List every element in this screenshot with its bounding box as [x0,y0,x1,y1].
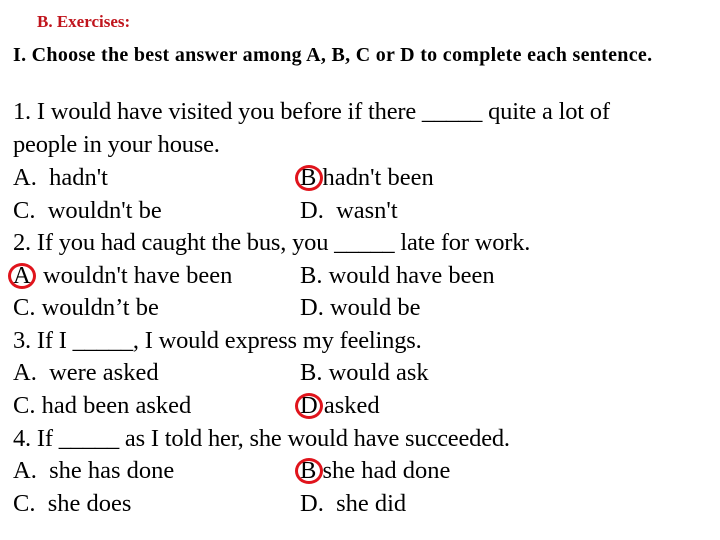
option-letter: D. [300,197,324,224]
question-2-option-c[interactable]: C. wouldn’t be [13,293,159,323]
option-letter: B [295,163,323,193]
option-letter: D [295,391,323,421]
question-2-option-d[interactable]: D. would be [300,293,420,323]
question-4-option-d[interactable]: D. she did [300,489,406,519]
option-text: would be [323,294,421,321]
question-2-option-a[interactable]: A wouldn't have been [8,261,233,291]
option-letter: A. [13,457,37,484]
selected-answer-circle-icon [295,393,323,419]
selected-answer-circle-icon [8,263,36,289]
question-3-option-c[interactable]: C. had been asked [13,391,191,421]
option-text: asked [317,392,380,419]
question-3-option-a[interactable]: A. were asked [13,358,159,388]
selected-answer-circle-icon [295,458,323,484]
question-3-text-line1: 3. If I _____, I would express my feelin… [13,327,422,354]
option-letter: D. [300,294,324,321]
option-letter: B. [300,262,323,289]
option-text: would ask [322,359,429,386]
option-text: would have been [322,262,495,289]
option-letter: B. [300,359,323,386]
option-text: wouldn’t be [35,294,159,321]
section-title: B. Exercises: [37,12,131,31]
option-text: hadn't [36,164,108,191]
option-letter: A. [13,164,37,191]
option-text: wouldn't be [35,197,162,224]
option-letter: A [8,261,36,291]
option-text: wouldn't have been [30,262,233,289]
question-3-option-b[interactable]: B. would ask [300,358,429,388]
option-letter: B [295,456,323,486]
option-letter: A. [13,359,37,386]
option-text: she did [323,490,407,517]
option-text: she does [35,490,132,517]
option-text: she has done [36,457,175,484]
question-4-option-a[interactable]: A. she has done [13,456,174,486]
instruction-text: I. Choose the best answer among A, B, C … [13,44,653,66]
question-1-option-c[interactable]: C. wouldn't be [13,196,162,226]
option-letter: D. [300,490,324,517]
option-text: had been asked [35,392,192,419]
question-3-option-d[interactable]: D asked [295,391,380,421]
option-text: hadn't been [316,164,434,191]
question-1-option-a[interactable]: A. hadn't [13,163,108,193]
question-1-option-d[interactable]: D. wasn't [300,196,398,226]
question-1-text-line1: 1. I would have visited you before if th… [13,98,610,125]
option-letter: C. [13,490,36,517]
question-4-option-b[interactable]: B she had done [295,456,451,486]
option-text: were asked [36,359,159,386]
question-1-text-line2: people in your house. [13,131,220,158]
question-4-option-c[interactable]: C. she does [13,489,131,519]
question-1-option-b[interactable]: B hadn't been [295,163,434,193]
question-2-option-b[interactable]: B. would have been [300,261,495,291]
question-2-text-line1: 2. If you had caught the bus, you _____ … [13,229,531,256]
option-text: wasn't [323,197,398,224]
selected-answer-circle-icon [295,165,323,191]
option-letter: C. [13,392,36,419]
option-letter: C. [13,294,36,321]
option-letter: C. [13,197,36,224]
option-text: she had done [316,457,451,484]
question-4-text-line1: 4. If _____ as I told her, she would hav… [13,425,510,452]
